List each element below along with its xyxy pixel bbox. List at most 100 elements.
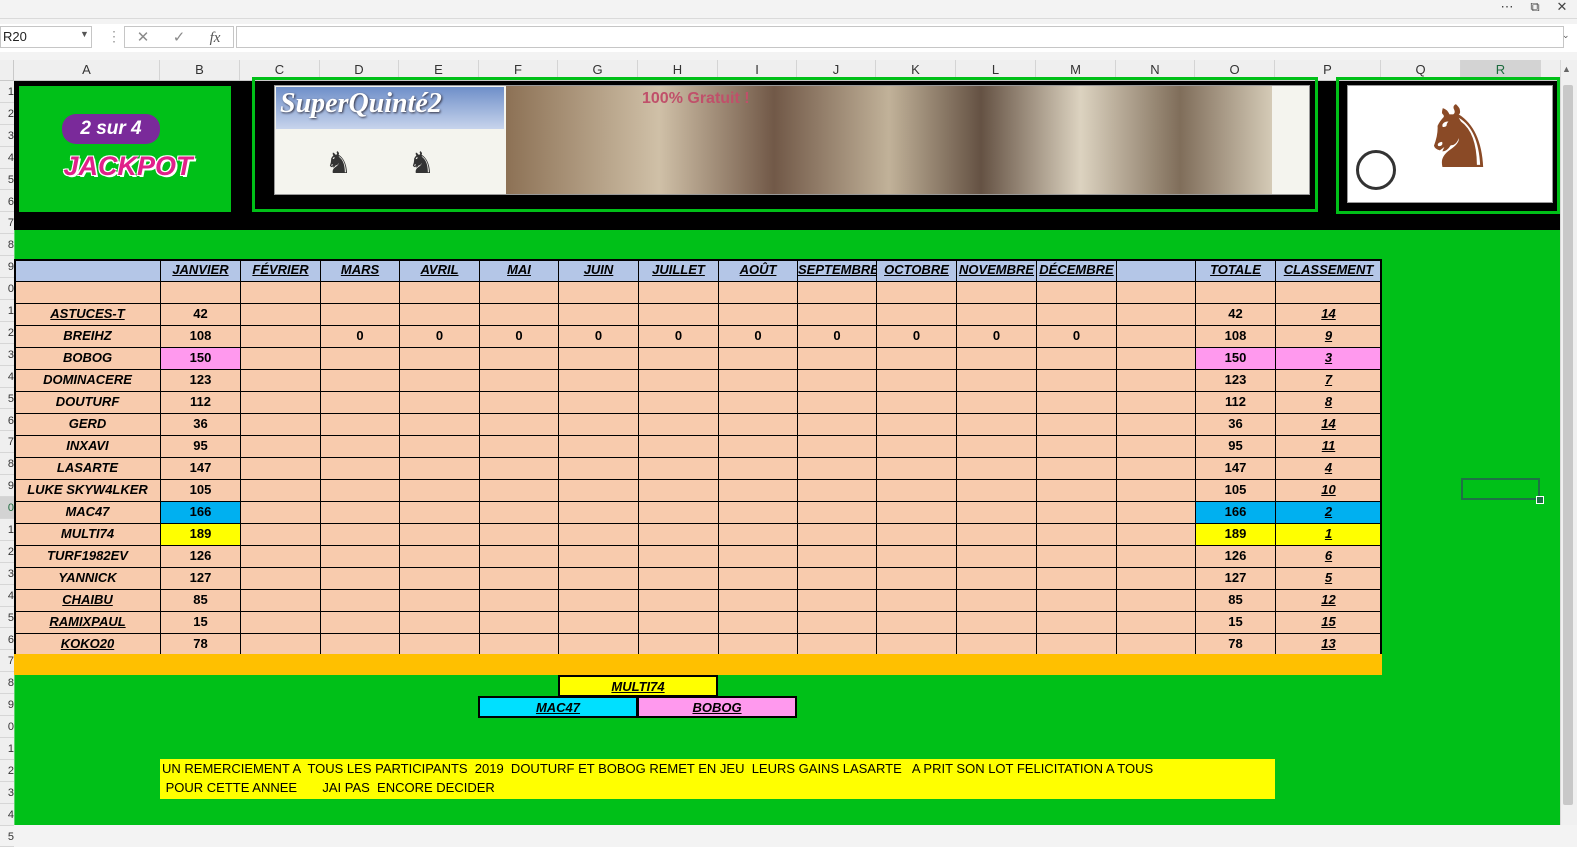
row-header-item[interactable]: 1 — [0, 519, 14, 541]
active-cell[interactable] — [1461, 478, 1540, 500]
scroll-up-icon[interactable]: ▲ — [1562, 64, 1571, 74]
scroll-thumb[interactable] — [1563, 85, 1573, 805]
enter-icon[interactable]: ✓ — [167, 28, 191, 48]
month-score — [320, 501, 400, 524]
month-score — [320, 391, 400, 414]
january-score: 36 — [160, 413, 241, 436]
row-header-item[interactable]: 3 — [0, 125, 14, 147]
empty-cell — [1116, 633, 1196, 656]
fill-handle[interactable] — [1536, 496, 1544, 504]
january-score: 189 — [160, 523, 241, 546]
column-header-a[interactable]: A — [14, 60, 160, 80]
month-score — [876, 303, 957, 326]
month-score — [1036, 501, 1117, 524]
insert-function-button[interactable]: fx — [203, 28, 227, 48]
month-score — [558, 567, 639, 590]
player-name: DOUTURF — [14, 391, 161, 414]
row-header-item[interactable]: 5 — [0, 607, 14, 629]
row-header-item[interactable]: 0 — [0, 497, 14, 519]
player-name: YANNICK — [14, 567, 161, 590]
month-score — [558, 303, 639, 326]
month-score — [320, 457, 400, 480]
month-score — [956, 479, 1037, 502]
month-score — [240, 369, 321, 392]
month-score — [956, 347, 1037, 370]
more-icon[interactable]: ⋯ — [1496, 0, 1518, 14]
row-header-item[interactable]: 6 — [0, 191, 14, 213]
name-box[interactable]: R20 — [0, 26, 92, 48]
player-name: BOBOG — [14, 347, 161, 370]
formula-input[interactable] — [236, 26, 1564, 48]
month-score — [479, 347, 559, 370]
empty-cell — [1116, 435, 1196, 458]
rank-value: 13 — [1275, 633, 1382, 656]
row-header-item[interactable]: 6 — [0, 410, 14, 432]
month-score — [876, 501, 957, 524]
message-line-1: UN REMERCIEMENT A TOUS LES PARTICIPANTS … — [162, 761, 1154, 776]
rank-value: 14 — [1275, 303, 1382, 326]
chevron-down-icon[interactable]: ▼ — [80, 29, 89, 39]
restore-icon[interactable]: ⧉ — [1524, 0, 1546, 14]
month-score — [558, 633, 639, 656]
row-header-item[interactable]: 8 — [0, 672, 14, 695]
column-header-b[interactable]: B — [160, 60, 240, 80]
row-header-item[interactable]: 7 — [0, 212, 14, 235]
row-header-item[interactable]: 4 — [0, 366, 14, 388]
row-header-item[interactable]: 2 — [0, 322, 14, 344]
row-header-item[interactable]: 7 — [0, 650, 14, 673]
table-empty-cell — [876, 281, 957, 304]
row-header-item[interactable]: 4 — [0, 585, 14, 607]
row-header-item[interactable]: 5 — [0, 388, 14, 410]
rank-value: 15 — [1275, 611, 1382, 634]
row-header-item[interactable]: 7 — [0, 431, 14, 454]
month-score — [320, 523, 400, 546]
month-score — [240, 435, 321, 458]
month-score — [876, 347, 957, 370]
select-all-button[interactable] — [0, 60, 14, 80]
total-score: 105 — [1195, 479, 1276, 502]
month-score — [479, 523, 559, 546]
row-header-item[interactable]: 2 — [0, 760, 14, 782]
month-score — [399, 369, 480, 392]
row-header-item[interactable]: 3 — [0, 563, 14, 585]
month-score — [558, 435, 639, 458]
month-score — [956, 369, 1037, 392]
row-header-item[interactable]: 4 — [0, 147, 14, 169]
row-header-item[interactable]: 9 — [0, 256, 14, 279]
month-score — [797, 545, 877, 568]
row-header-item[interactable]: 4 — [0, 804, 14, 826]
row-header-item[interactable]: 9 — [0, 475, 14, 498]
player-name: TURF1982EV — [14, 545, 161, 568]
row-header-item[interactable]: 3 — [0, 344, 14, 366]
row-header-item[interactable]: 0 — [0, 278, 14, 300]
row-header-item[interactable]: 2 — [0, 541, 14, 563]
horse-sketch-icon: ♞ — [408, 147, 435, 180]
row-header-item[interactable]: 5 — [0, 169, 14, 191]
row-header-item[interactable]: 2 — [0, 103, 14, 125]
row-header-item[interactable]: 1 — [0, 81, 14, 103]
month-score — [797, 633, 877, 656]
banner-title: SuperQuinté2 — [280, 88, 442, 119]
expand-formula-icon[interactable]: ⌄ — [1562, 30, 1570, 41]
row-header-item[interactable]: 9 — [0, 694, 14, 717]
row-header-item[interactable]: 6 — [0, 629, 14, 651]
close-icon[interactable]: ✕ — [1551, 0, 1573, 14]
row-header-item[interactable]: 1 — [0, 738, 14, 760]
empty-cell — [1116, 457, 1196, 480]
month-score — [479, 413, 559, 436]
month-score — [876, 523, 957, 546]
row-header-item[interactable]: 8 — [0, 234, 14, 257]
row-header-item[interactable]: 1 — [0, 300, 14, 322]
empty-cell — [1116, 501, 1196, 524]
month-score — [876, 369, 957, 392]
cancel-icon[interactable]: ✕ — [131, 28, 155, 48]
month-score — [718, 633, 798, 656]
month-score — [638, 633, 719, 656]
row-header-item[interactable]: 8 — [0, 453, 14, 476]
empty-cell — [1116, 391, 1196, 414]
row-header-item[interactable]: 3 — [0, 782, 14, 804]
row-header-item[interactable]: 0 — [0, 716, 14, 738]
table-header-cell: JANVIER — [160, 259, 241, 282]
row-header-item[interactable]: 5 — [0, 826, 14, 847]
message-box: UN REMERCIEMENT A TOUS LES PARTICIPANTS … — [160, 759, 1275, 799]
